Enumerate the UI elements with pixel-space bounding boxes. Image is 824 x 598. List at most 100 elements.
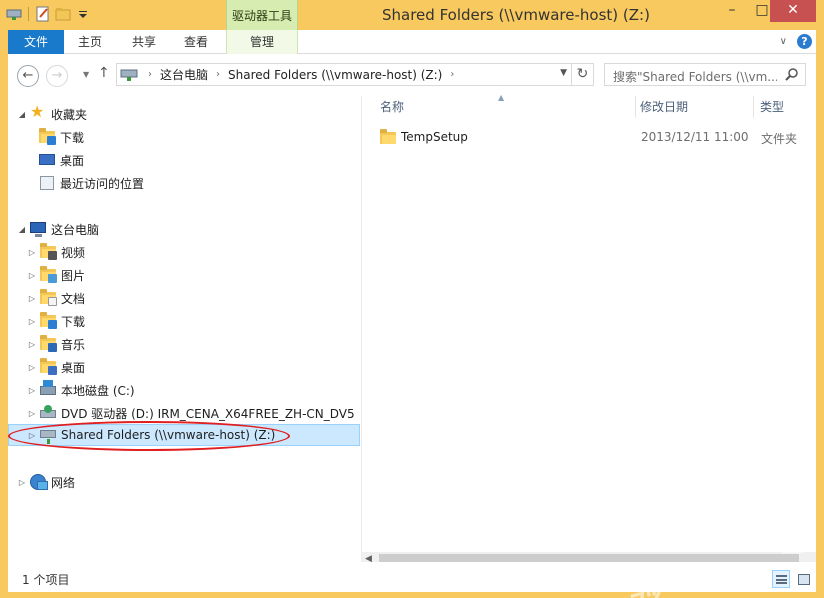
breadcrumb-chevron-icon[interactable]: › bbox=[148, 69, 152, 80]
address-bar[interactable]: › 这台电脑 › Shared Folders (\\vmware-host) … bbox=[116, 63, 594, 86]
tab-home[interactable]: 主页 bbox=[68, 30, 112, 54]
pictures-folder-icon bbox=[40, 266, 57, 283]
details-view-icon bbox=[776, 575, 787, 584]
download-folder-icon bbox=[39, 128, 56, 145]
title-bar: 驱动器工具 Shared Folders (\\vmware-host) (Z:… bbox=[0, 0, 824, 30]
tree-label: Shared Folders (\\vmware-host) (Z:) bbox=[61, 428, 276, 442]
navigation-bar: ← → ▼ ↑ › 这台电脑 › Shared Folders (\\vmwar… bbox=[8, 54, 816, 96]
file-list-pane: ▲ 名称 修改日期 类型 TempSetup 2013/12/11 11:00 … bbox=[362, 93, 816, 569]
customize-qat-dropdown-icon[interactable] bbox=[75, 6, 91, 22]
collapsed-arrow-icon[interactable]: ▷ bbox=[27, 340, 37, 349]
file-modified: 2013/12/11 11:00 bbox=[641, 130, 749, 144]
large-icons-view-button[interactable] bbox=[794, 570, 812, 588]
folder-icon bbox=[380, 129, 396, 146]
tree-label: 桌面 bbox=[60, 153, 85, 168]
collapsed-arrow-icon[interactable]: ▷ bbox=[27, 409, 37, 418]
tree-label: 下载 bbox=[60, 130, 85, 145]
tree-network[interactable]: ▷ 网络 bbox=[17, 471, 75, 493]
collapsed-arrow-icon[interactable]: ▷ bbox=[27, 386, 37, 395]
tree-local-disk[interactable]: ▷ 本地磁盘 (C:) bbox=[27, 379, 135, 401]
tree-desktop[interactable]: ▷ 桌面 bbox=[27, 356, 85, 378]
collapsed-arrow-icon[interactable]: ▷ bbox=[27, 271, 37, 280]
refresh-button[interactable]: ↻ bbox=[571, 64, 593, 85]
breadcrumb-chevron-icon[interactable]: › bbox=[216, 69, 220, 80]
tree-dvd-drive[interactable]: ▷ DVD 驱动器 (D:) IRM_CENA_X64FREE_ZH-CN_DV… bbox=[27, 402, 355, 424]
new-folder-icon[interactable] bbox=[55, 6, 71, 22]
sort-ascending-icon: ▲ bbox=[498, 93, 505, 102]
videos-folder-icon bbox=[40, 243, 57, 260]
music-folder-icon bbox=[40, 335, 57, 352]
column-header-type[interactable]: 类型 bbox=[760, 96, 784, 118]
help-icon[interactable]: ? bbox=[797, 34, 812, 49]
recent-locations-dropdown-icon[interactable]: ▼ bbox=[83, 70, 89, 79]
forward-button[interactable]: → bbox=[46, 65, 68, 87]
tree-documents[interactable]: ▷ 文档 bbox=[27, 287, 85, 309]
collapsed-arrow-icon[interactable]: ▷ bbox=[27, 317, 37, 326]
tree-favorites[interactable]: ◢ ★ 收藏夹 bbox=[17, 103, 87, 125]
search-icon[interactable] bbox=[785, 67, 799, 81]
minimize-button[interactable]: – bbox=[718, 0, 746, 22]
desktop-icon bbox=[39, 152, 55, 168]
tree-label: 视频 bbox=[61, 245, 86, 260]
tree-label: 网络 bbox=[51, 475, 76, 490]
search-placeholder: 搜索"Shared Folders (\\vm... bbox=[613, 70, 777, 84]
ribbon-controls: ∨ ? bbox=[780, 34, 812, 49]
tab-file[interactable]: 文件 bbox=[8, 30, 64, 54]
up-arrow-icon[interactable]: ↑ bbox=[98, 65, 110, 81]
large-icons-view-icon bbox=[798, 574, 810, 585]
search-input[interactable]: 搜索"Shared Folders (\\vm... bbox=[604, 63, 806, 86]
column-divider[interactable] bbox=[753, 96, 754, 118]
status-bar: 1 个项目 bbox=[8, 562, 816, 592]
tree-label: 音乐 bbox=[61, 337, 86, 352]
item-count: 1 个项目 bbox=[22, 573, 70, 587]
file-row-tempsetup[interactable]: TempSetup 2013/12/11 11:00 文件夹 bbox=[374, 127, 816, 149]
tree-label: 最近访问的位置 bbox=[60, 176, 145, 191]
quick-access-toolbar bbox=[6, 6, 91, 22]
tab-view[interactable]: 查看 bbox=[174, 30, 218, 54]
expand-ribbon-icon[interactable]: ∨ bbox=[780, 36, 787, 47]
details-view-button[interactable] bbox=[772, 570, 790, 588]
tree-shared-folders[interactable]: ▷ Shared Folders (\\vmware-host) (Z:) bbox=[8, 424, 360, 446]
drive-tools-tab-group: 驱动器工具 bbox=[226, 0, 298, 30]
tree-pictures[interactable]: ▷ 图片 bbox=[27, 264, 85, 286]
tab-manage[interactable]: 管理 bbox=[226, 30, 298, 54]
tree-this-pc[interactable]: ◢ 这台电脑 bbox=[17, 218, 99, 240]
collapsed-arrow-icon[interactable]: ▷ bbox=[27, 431, 37, 440]
back-button[interactable]: ← bbox=[17, 65, 39, 87]
column-header-name[interactable]: 名称 bbox=[380, 96, 404, 118]
breadcrumb-this-pc[interactable]: 这台电脑 bbox=[160, 66, 208, 83]
file-type: 文件夹 bbox=[761, 132, 798, 146]
tree-fav-desktop[interactable]: 桌面 bbox=[39, 149, 84, 171]
tree-label: 本地磁盘 (C:) bbox=[61, 383, 135, 398]
breadcrumb-chevron-icon[interactable]: › bbox=[450, 69, 454, 80]
tree-downloads[interactable]: ▷ 下载 bbox=[27, 310, 85, 332]
ribbon-tabs: 文件 主页 共享 查看 管理 ∨ ? bbox=[8, 30, 816, 54]
desktop-folder-icon bbox=[40, 358, 57, 375]
tree-label: DVD 驱动器 (D:) IRM_CENA_X64FREE_ZH-CN_DV5 bbox=[61, 406, 355, 421]
column-header-modified[interactable]: 修改日期 bbox=[640, 96, 688, 118]
file-name: TempSetup bbox=[401, 130, 468, 144]
tab-share[interactable]: 共享 bbox=[122, 30, 166, 54]
properties-icon[interactable] bbox=[35, 6, 51, 22]
tree-fav-recent[interactable]: 最近访问的位置 bbox=[39, 172, 144, 194]
tree-music[interactable]: ▷ 音乐 bbox=[27, 333, 85, 355]
collapsed-arrow-icon[interactable]: ▷ bbox=[17, 478, 27, 487]
window-title: Shared Folders (\\vmware-host) (Z:) bbox=[382, 6, 650, 24]
network-drive-icon bbox=[40, 427, 56, 444]
close-button[interactable]: ✕ bbox=[770, 0, 816, 22]
qat-divider bbox=[28, 7, 29, 21]
local-disk-icon bbox=[40, 380, 56, 398]
download-folder-icon bbox=[40, 312, 57, 329]
collapsed-arrow-icon[interactable]: ▷ bbox=[27, 363, 37, 372]
breadcrumb-shared-folders[interactable]: Shared Folders (\\vmware-host) (Z:) bbox=[228, 68, 442, 82]
collapsed-arrow-icon[interactable]: ▷ bbox=[27, 294, 37, 303]
drive-icon[interactable] bbox=[6, 6, 22, 22]
expanded-arrow-icon[interactable]: ◢ bbox=[17, 110, 27, 119]
column-divider[interactable] bbox=[635, 96, 636, 118]
collapsed-arrow-icon[interactable]: ▷ bbox=[27, 248, 37, 257]
address-history-dropdown-icon[interactable]: ▼ bbox=[560, 68, 567, 78]
tree-label: 收藏夹 bbox=[51, 107, 88, 122]
tree-fav-downloads[interactable]: 下载 bbox=[39, 126, 84, 148]
expanded-arrow-icon[interactable]: ◢ bbox=[17, 225, 27, 234]
tree-videos[interactable]: ▷ 视频 bbox=[27, 241, 85, 263]
